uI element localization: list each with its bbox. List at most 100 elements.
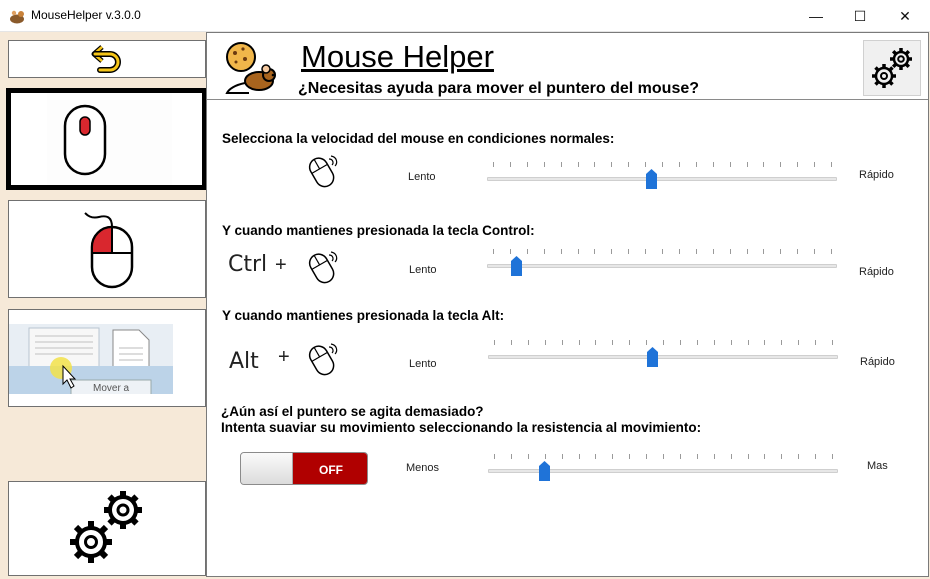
- main-panel: Mouse Helper ¿Necesitas ayuda para mover…: [206, 32, 929, 577]
- minimize-button[interactable]: —: [793, 0, 839, 32]
- slider-tick: [526, 249, 528, 254]
- slider-tick: [543, 162, 545, 167]
- slider-tick: [578, 340, 580, 345]
- slider-track[interactable]: [487, 177, 837, 181]
- header-settings-button[interactable]: [863, 40, 921, 96]
- slider-tick: [797, 249, 799, 254]
- slider-tick: [815, 454, 817, 459]
- back-button[interactable]: [8, 40, 206, 78]
- slider-tick: [814, 162, 816, 167]
- smoothing-max-label: Mas: [867, 460, 888, 472]
- smoothing-instruction: Intenta suaviar su movimiento selecciona…: [221, 420, 702, 435]
- slider-tick: [577, 249, 579, 254]
- mode-move-button[interactable]: Mover a: [8, 309, 206, 407]
- slider-tick: [526, 162, 528, 167]
- slider-tick: [831, 249, 832, 254]
- slider-tick: [712, 162, 714, 167]
- normal-speed-slider[interactable]: [487, 162, 837, 192]
- title-bar: MouseHelper v.3.0.0 — ☐ ✕: [0, 0, 930, 32]
- slider-tick: [729, 162, 731, 167]
- slider-ticks: [493, 162, 832, 168]
- control-speed-slider[interactable]: [487, 249, 837, 279]
- slider-tick: [696, 340, 698, 345]
- slider-tick: [560, 162, 562, 167]
- slider-tick: [628, 162, 630, 167]
- slider-tick: [831, 162, 832, 167]
- control-min-label: Lento: [409, 264, 437, 276]
- slider-tick: [493, 162, 494, 167]
- slider-tick: [747, 340, 749, 345]
- slider-tick: [561, 454, 563, 459]
- slider-tick: [797, 162, 799, 167]
- slider-tick: [712, 249, 714, 254]
- slider-thumb[interactable]: [647, 347, 659, 367]
- slider-tick: [595, 340, 597, 345]
- slider-tick: [543, 249, 545, 254]
- slider-tick: [560, 249, 562, 254]
- smoothing-question: ¿Aún así el puntero se agita demasiado?: [221, 404, 484, 419]
- toggle-state-label: OFF: [293, 453, 367, 484]
- slider-tick: [510, 340, 512, 345]
- maximize-button[interactable]: ☐: [837, 0, 883, 32]
- slider-thumb[interactable]: [511, 256, 523, 276]
- slider-tick: [577, 162, 579, 167]
- slider-tick: [679, 454, 681, 459]
- slider-tick: [629, 340, 631, 345]
- slider-tick: [663, 454, 664, 459]
- alt-plus-label: +: [278, 346, 290, 368]
- control-speed-label: Y cuando mantienes presionada la tecla C…: [222, 223, 535, 238]
- ctrl-key-label: Ctrl: [228, 252, 268, 277]
- slider-tick: [832, 454, 833, 459]
- smoothing-slider[interactable]: [488, 454, 838, 484]
- slider-tick: [781, 454, 783, 459]
- mode-drag-button[interactable]: [8, 200, 206, 298]
- ctrl-plus-label: +: [275, 254, 287, 276]
- mouse-icon: [308, 251, 338, 284]
- normal-max-label: Rápido: [859, 169, 894, 181]
- slider-tick: [662, 249, 663, 254]
- app-subtitle: ¿Necesitas ayuda para mover el puntero d…: [298, 80, 700, 97]
- mouse-icon: [63, 104, 107, 176]
- slider-tick: [764, 340, 766, 345]
- alt-speed-label: Y cuando mantienes presionada la tecla A…: [222, 308, 505, 323]
- toggle-knob: [241, 453, 293, 484]
- slider-tick: [663, 340, 664, 345]
- slider-tick: [561, 340, 563, 345]
- move-preview-caption: Mover a: [93, 383, 130, 394]
- alt-speed-slider[interactable]: [488, 340, 838, 370]
- slider-tick: [645, 162, 647, 167]
- slider-tick: [578, 454, 580, 459]
- close-button[interactable]: ✕: [882, 0, 928, 32]
- slider-tick: [612, 340, 614, 345]
- slider-thumb[interactable]: [646, 169, 658, 189]
- window-title: MouseHelper v.3.0.0: [31, 8, 141, 22]
- slider-tick: [646, 454, 648, 459]
- slider-tick: [510, 454, 512, 459]
- gears-icon: [872, 48, 912, 88]
- slider-thumb[interactable]: [539, 461, 551, 481]
- sidebar-settings-button[interactable]: [8, 481, 206, 576]
- smoothing-toggle[interactable]: OFF: [240, 452, 368, 485]
- slider-tick: [493, 249, 494, 254]
- normal-speed-label: Selecciona la velocidad del mouse en con…: [222, 131, 615, 146]
- slider-track[interactable]: [488, 355, 838, 359]
- slider-tick: [509, 162, 511, 167]
- app-title: Mouse Helper: [301, 39, 494, 74]
- mode-normal-button[interactable]: [6, 88, 207, 190]
- slider-tick: [527, 454, 529, 459]
- slider-tick: [494, 340, 495, 345]
- slider-tick: [798, 340, 800, 345]
- slider-track[interactable]: [487, 264, 837, 268]
- window-body: Mover a Mouse Helper ¿Necesitas ayuda pa…: [0, 32, 930, 579]
- slider-tick: [611, 162, 613, 167]
- mouse-icon: [308, 343, 338, 376]
- slider-tick: [763, 249, 765, 254]
- undo-arrow-icon: [91, 45, 121, 73]
- slider-tick: [611, 249, 613, 254]
- slider-tick: [763, 162, 765, 167]
- slider-tick: [798, 454, 800, 459]
- close-icon: ✕: [899, 7, 911, 24]
- slider-tick: [595, 454, 597, 459]
- slider-tick: [678, 162, 680, 167]
- slider-tick: [594, 249, 596, 254]
